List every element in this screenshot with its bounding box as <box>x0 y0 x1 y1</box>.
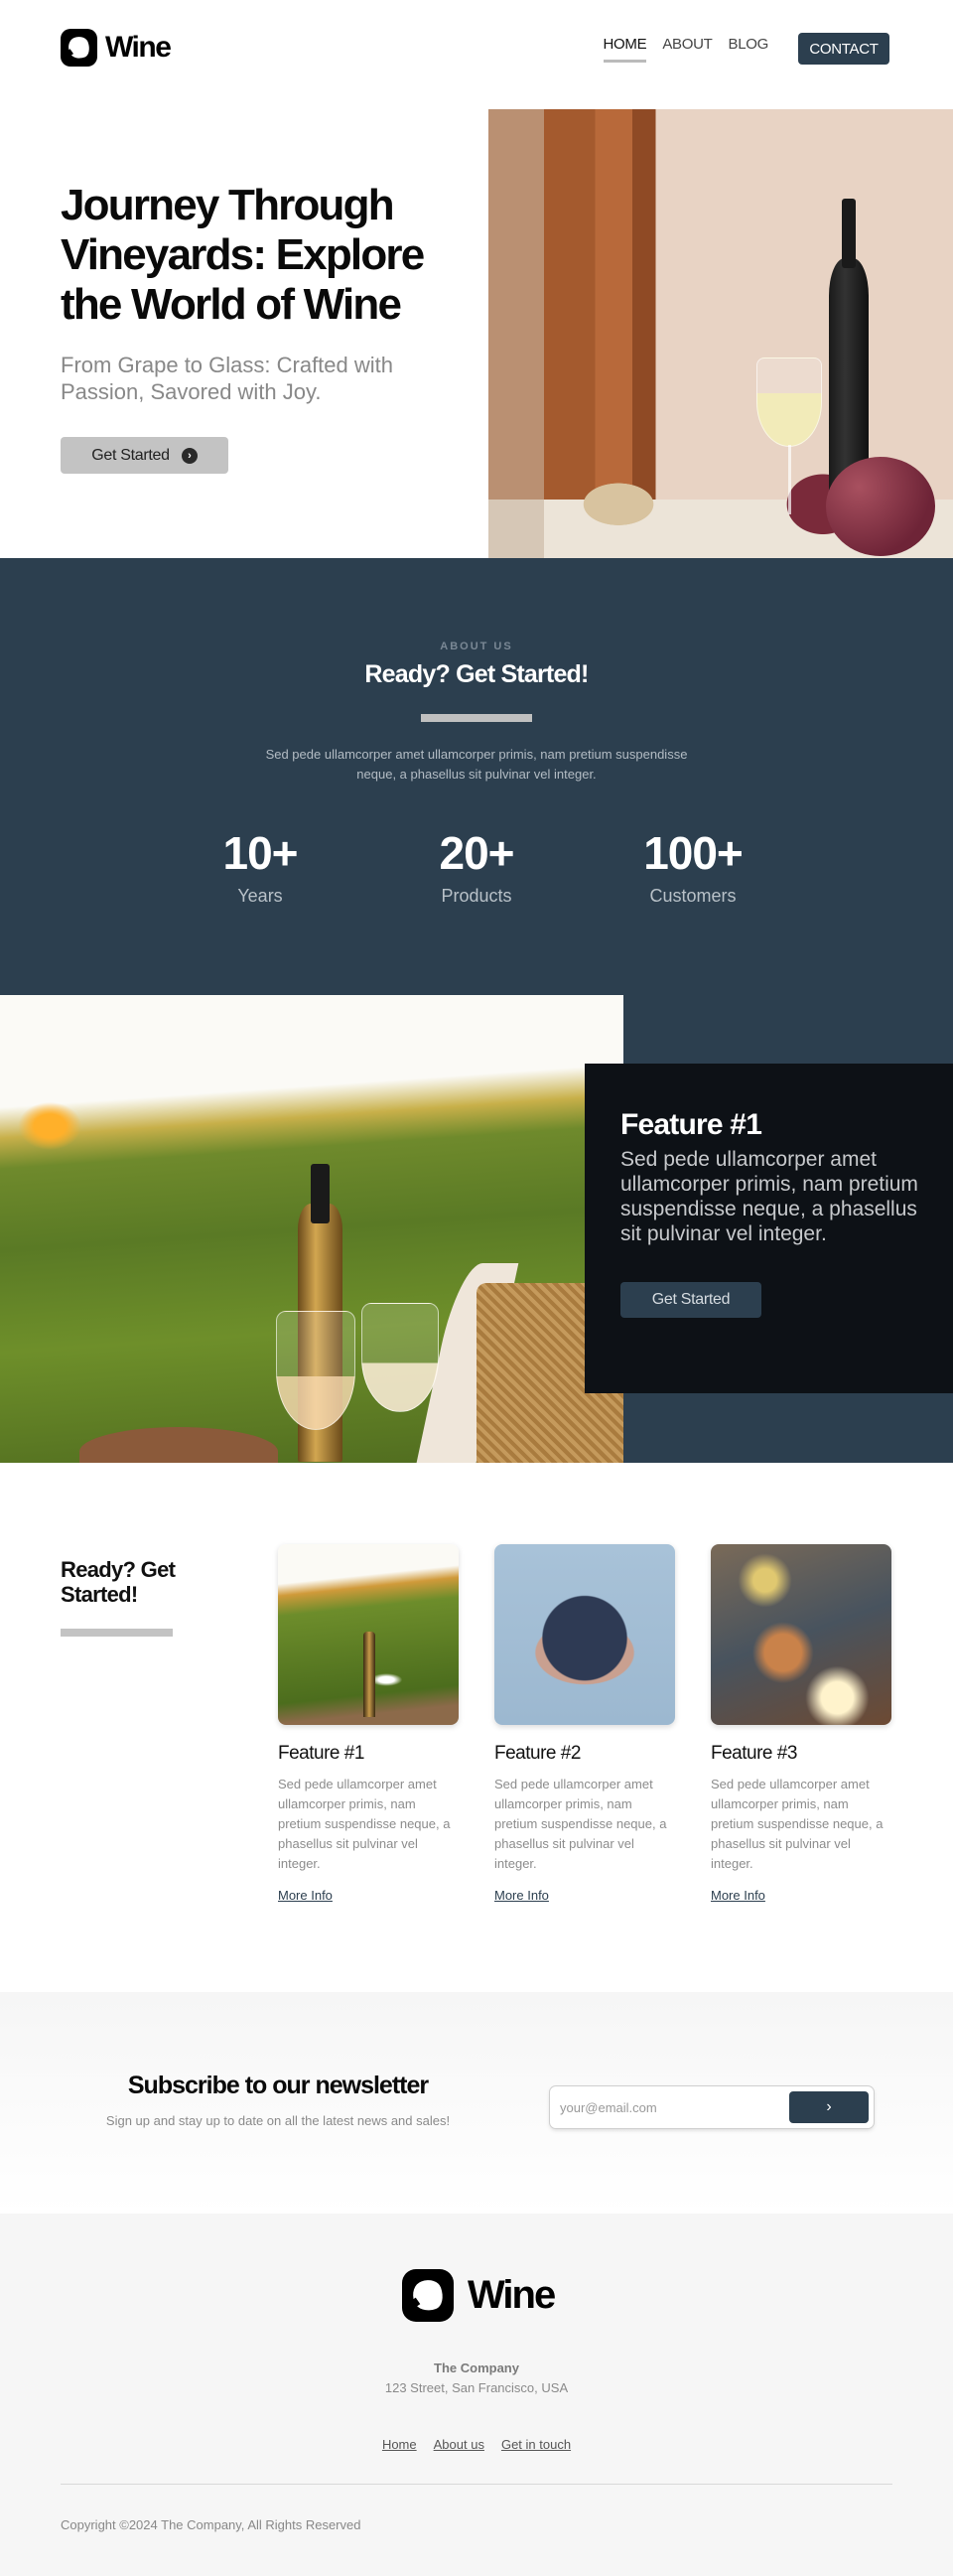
stat-value: 20+ <box>439 827 514 879</box>
card-title: Feature #1 <box>278 1743 364 1764</box>
feature-card-3: Feature #3 Sed pede ullamcorper amet ull… <box>711 1544 891 1905</box>
brand-name: Wine <box>105 31 172 64</box>
footer-link-home[interactable]: Home <box>382 2437 417 2452</box>
grapes-graphic <box>826 457 935 556</box>
footer-brand-name: Wine <box>468 2273 556 2317</box>
hero-subtitle: From Grape to Glass: Crafted with Passio… <box>61 353 393 404</box>
feature-card-text: Sed pede ullamcorper amet ullamcorper pr… <box>620 1148 918 1245</box>
footer-address: 123 Street, San Francisco, USA <box>384 2380 569 2395</box>
footer-divider <box>61 2484 892 2485</box>
stat-value: 100+ <box>643 827 744 879</box>
newsletter-section: Subscribe to our newsletter Sign up and … <box>0 1992 953 2214</box>
stat-value: 10+ <box>222 827 298 879</box>
wine-glass-graphic <box>361 1303 439 1412</box>
feature-get-started-button[interactable]: Get Started <box>620 1282 761 1318</box>
wine-glass-graphic <box>276 1311 355 1430</box>
chevron-right-icon: › <box>826 2098 832 2115</box>
main-nav: HOME ABOUT BLOG <box>603 36 769 63</box>
stat-years: 10+ Years <box>181 828 340 907</box>
stat-label: Customers <box>649 886 737 906</box>
footer-logo: Wine <box>402 2269 556 2322</box>
footer-link-contact[interactable]: Get in touch <box>501 2437 571 2452</box>
bread-graphic <box>79 1427 278 1463</box>
feature-card-2: Feature #2 Sed pede ullamcorper amet ull… <box>494 1544 675 1905</box>
card-image-grapes <box>494 1544 675 1725</box>
about-text: Sed pede ullamcorper amet ullamcorper pr… <box>265 747 688 782</box>
newsletter-form: › <box>550 2086 874 2128</box>
newsletter-submit-button[interactable]: › <box>789 2091 869 2123</box>
card-more-info-link[interactable]: More Info <box>494 1888 549 1903</box>
feature-image-picnic <box>0 995 623 1463</box>
site-footer: Wine The Company 123 Street, San Francis… <box>0 2214 953 2576</box>
card-text: Sed pede ullamcorper amet ullamcorper pr… <box>711 1777 884 1871</box>
hero-get-started-button[interactable]: Get Started › <box>61 437 228 474</box>
card-title: Feature #2 <box>494 1743 581 1764</box>
cards-heading: Ready? Get Started! <box>61 1557 176 1607</box>
feature-card: Feature #1 Sed pede ullamcorper amet ull… <box>585 1064 953 1393</box>
card-text: Sed pede ullamcorper amet ullamcorper pr… <box>278 1777 451 1871</box>
card-more-info-link[interactable]: More Info <box>278 1888 333 1903</box>
hero-image-wine-table <box>488 109 953 558</box>
footer-link-about[interactable]: About us <box>434 2437 484 2452</box>
stat-label: Products <box>441 886 512 906</box>
cards-divider <box>61 1629 173 1637</box>
hero-section: Journey Through Vineyards: Explore the W… <box>0 95 953 558</box>
email-input[interactable] <box>560 2094 778 2120</box>
feature-card-1: Feature #1 Sed pede ullamcorper amet ull… <box>278 1544 459 1905</box>
about-title: Ready? Get Started! <box>364 660 589 688</box>
nav-home[interactable]: HOME <box>603 36 647 63</box>
feature-band-section: Feature #1 Sed pede ullamcorper amet ull… <box>0 995 953 1463</box>
newsletter-subtitle: Sign up and stay up to date on all the l… <box>105 2113 451 2128</box>
wine-logo-icon <box>61 29 97 67</box>
newsletter-title: Subscribe to our newsletter <box>127 2072 429 2099</box>
hero-title: Journey Through Vineyards: Explore the W… <box>61 181 425 329</box>
about-eyebrow: ABOUT US <box>440 641 513 652</box>
card-image-picnic <box>278 1544 459 1725</box>
stat-customers: 100+ Customers <box>613 828 772 907</box>
features-cards-section: Ready? Get Started! Feature #1 Sed pede … <box>0 1463 953 1992</box>
card-image-dinner-toast <box>711 1544 891 1725</box>
card-text: Sed pede ullamcorper amet ullamcorper pr… <box>494 1777 667 1871</box>
about-section: ABOUT US Ready? Get Started! Sed pede ul… <box>0 558 953 995</box>
chevron-right-circle-icon: › <box>181 447 198 464</box>
wine-glass-graphic <box>756 358 822 447</box>
wine-glass-stem-graphic <box>788 445 791 514</box>
copyright-text: Copyright ©2024 The Company, All Rights … <box>61 2517 361 2532</box>
site-header: Wine HOME ABOUT BLOG CONTACT <box>0 0 953 95</box>
footer-company-name: The Company <box>434 2361 519 2375</box>
card-title: Feature #3 <box>711 1743 797 1764</box>
card-more-info-link[interactable]: More Info <box>711 1888 765 1903</box>
hero-cta-label: Get Started <box>91 446 170 464</box>
wine-logo-icon <box>402 2269 454 2322</box>
feature-card-title: Feature #1 <box>620 1108 762 1141</box>
brand-logo[interactable]: Wine <box>61 29 172 67</box>
stat-products: 20+ Products <box>397 828 556 907</box>
nav-about[interactable]: ABOUT <box>662 36 712 59</box>
about-divider <box>421 714 532 722</box>
stat-label: Years <box>237 886 283 906</box>
nav-blog[interactable]: BLOG <box>729 36 769 59</box>
contact-button[interactable]: CONTACT <box>798 33 889 65</box>
footer-links: Home About us Get in touch <box>0 2437 953 2452</box>
